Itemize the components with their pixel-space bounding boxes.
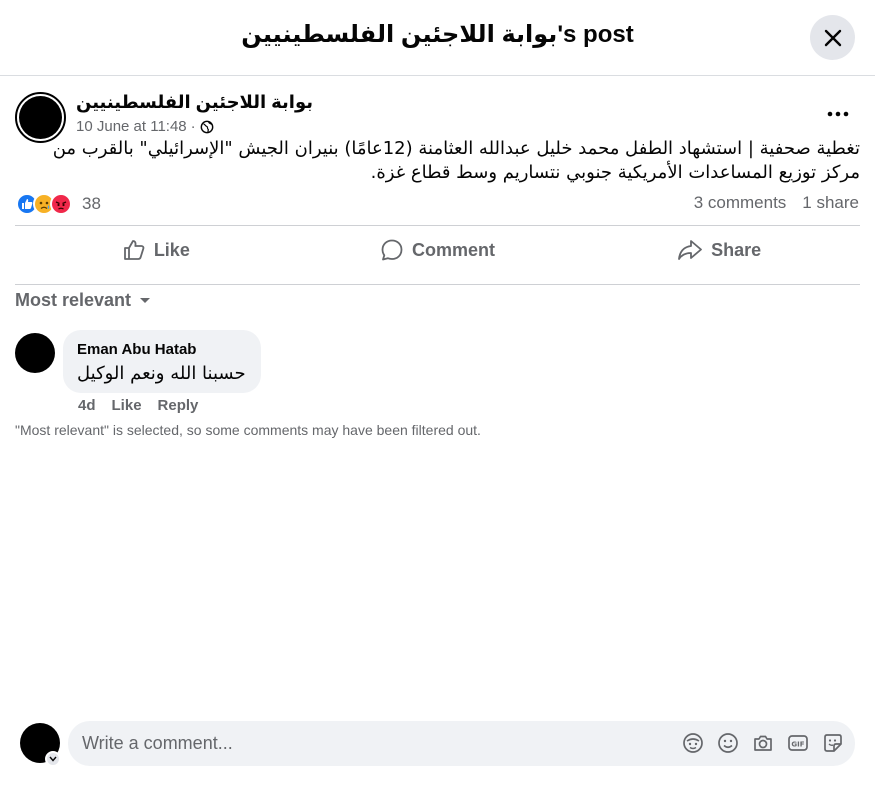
profile-switch-chevron[interactable] bbox=[45, 751, 61, 767]
dialog-title: بوابة اللاجئين الفلسطينيين's post bbox=[241, 21, 634, 48]
more-options-button[interactable] bbox=[822, 100, 854, 128]
comment-label: Comment bbox=[412, 239, 496, 260]
avatar-sticker-icon[interactable] bbox=[681, 731, 705, 755]
comment-reply-button[interactable]: Reply bbox=[158, 397, 199, 414]
engagement-counts: 3 comments 1 share bbox=[694, 193, 859, 213]
page-avatar[interactable] bbox=[15, 92, 66, 143]
comment-button[interactable]: Comment bbox=[297, 228, 579, 272]
emoji-icon[interactable] bbox=[716, 731, 740, 755]
like-label: Like bbox=[153, 239, 190, 260]
comment-age[interactable]: 4d bbox=[78, 397, 96, 414]
sort-label: Most relevant bbox=[15, 290, 132, 310]
comment-actions: 4d Like Reply bbox=[78, 397, 198, 414]
angry-reaction-icon bbox=[50, 193, 72, 215]
reaction-count: 38 bbox=[82, 194, 101, 213]
svg-text:GIF: GIF bbox=[791, 741, 804, 749]
comment-text: حسبنا الله ونعم الوكيل bbox=[77, 363, 246, 384]
close-button[interactable] bbox=[810, 15, 855, 60]
camera-icon[interactable] bbox=[751, 731, 775, 755]
divider bbox=[15, 225, 860, 226]
comment-composer: GIF bbox=[68, 721, 855, 766]
comment-input[interactable] bbox=[82, 721, 662, 766]
comment-sort-dropdown[interactable]: Most relevant bbox=[15, 290, 151, 311]
comment-like-button[interactable]: Like bbox=[112, 397, 142, 414]
post-author[interactable]: بوابة اللاجئين الفلسطينيين bbox=[76, 92, 313, 113]
comment-author[interactable]: Eman Abu Hatab bbox=[77, 341, 247, 358]
share-button[interactable]: Share bbox=[578, 228, 860, 272]
post-meta: 10 June at 11:48 · bbox=[76, 118, 214, 135]
post-actions: Like Comment Share bbox=[15, 228, 860, 272]
dialog-header: بوابة اللاجئين الفلسطينيين's post bbox=[0, 0, 875, 76]
gif-icon[interactable]: GIF bbox=[786, 731, 810, 755]
meta-separator: · bbox=[190, 118, 196, 135]
comment-bubble: Eman Abu Hatab حسبنا الله ونعم الوكيل bbox=[63, 330, 261, 393]
close-icon bbox=[824, 29, 841, 46]
comments-count-link[interactable]: 3 comments bbox=[694, 193, 787, 213]
reactions-summary[interactable]: 38 bbox=[16, 193, 101, 215]
chevron-down-icon bbox=[49, 756, 57, 762]
shares-count-link[interactable]: 1 share bbox=[802, 193, 859, 213]
more-dots-icon bbox=[827, 111, 849, 117]
composer-tools: GIF bbox=[681, 731, 845, 755]
filter-note: "Most relevant" is selected, so some com… bbox=[15, 422, 481, 438]
divider bbox=[15, 284, 860, 285]
globe-icon bbox=[200, 120, 214, 133]
thumbs-up-icon bbox=[123, 240, 145, 260]
share-arrow-icon bbox=[678, 240, 703, 260]
commenter-avatar[interactable] bbox=[15, 333, 55, 373]
sticker-icon[interactable] bbox=[821, 731, 845, 755]
like-button[interactable]: Like bbox=[15, 228, 297, 272]
post-timestamp[interactable]: 10 June at 11:48 bbox=[76, 118, 187, 135]
post-text: تغطية صحفية | استشهاد الطفل محمد خليل عب… bbox=[52, 138, 860, 183]
share-label: Share bbox=[711, 239, 762, 260]
chevron-down-icon bbox=[140, 297, 151, 303]
comment-icon bbox=[381, 239, 403, 261]
